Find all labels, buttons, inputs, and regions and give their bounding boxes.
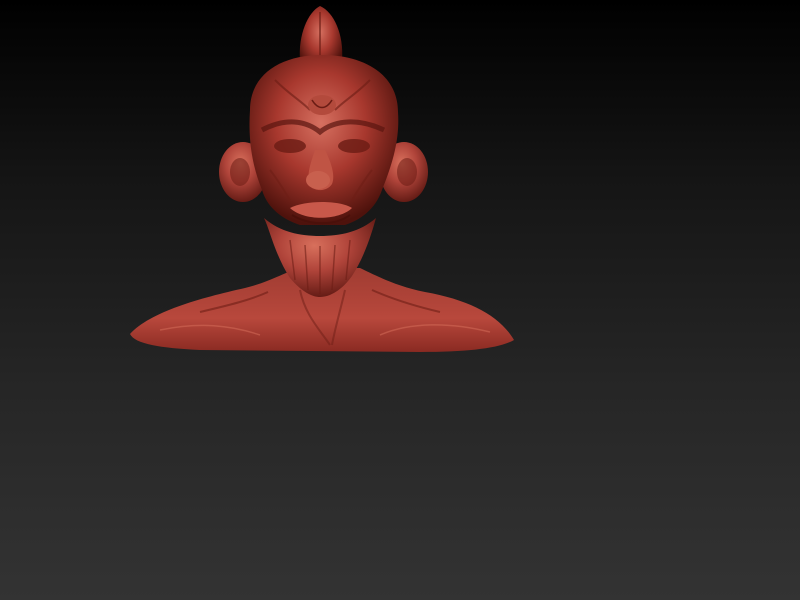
3d-viewport-canvas[interactable]	[0, 0, 800, 600]
bust-head[interactable]	[249, 55, 399, 225]
sculpt-render[interactable]	[0, 0, 800, 600]
